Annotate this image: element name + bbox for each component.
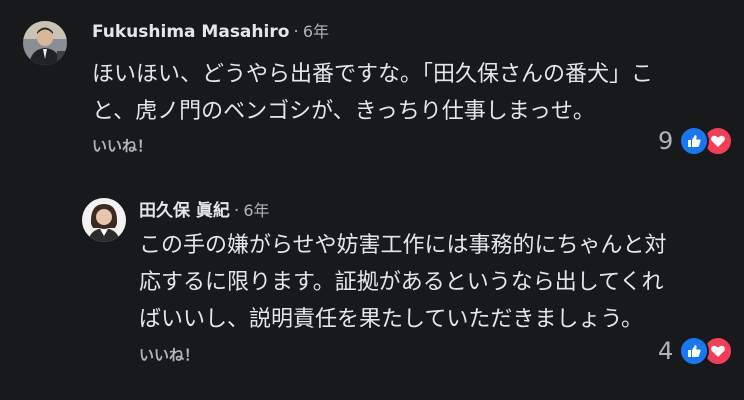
- author-name[interactable]: Fukushima Masahiro: [92, 22, 289, 42]
- avatar-photo: [82, 198, 126, 242]
- comment-text: ほいほい、どうやら出番ですな。「田久保さんの番犬」こ と、虎ノ門のベンゴシが、き…: [92, 56, 653, 130]
- comment-timestamp[interactable]: 6年: [303, 22, 329, 41]
- avatar[interactable]: [82, 198, 126, 242]
- comment-line: この手の嫌がらせや妨害工作には事務的にちゃんと対: [139, 233, 667, 258]
- avatar-photo: [23, 21, 67, 65]
- comment: Fukushima Masahiro · 6年 ほいほい、どうやら出番ですな。「田久…: [0, 0, 744, 175]
- comment-text: この手の嫌がらせや妨害工作には事務的にちゃんと対 応するに限ります。証拠があると…: [139, 227, 667, 338]
- reply-comment: 田久保 眞紀 · 6年 この手の嫌がらせや妨害工作には事務的にちゃんと対 応するに限…: [0, 190, 744, 400]
- reaction-count: 9: [658, 127, 674, 155]
- comment-header: 田久保 眞紀 · 6年: [139, 200, 270, 222]
- like-button[interactable]: いいね！: [139, 344, 199, 365]
- like-button[interactable]: いいね！: [92, 135, 152, 156]
- author-name[interactable]: 田久保 眞紀: [139, 201, 230, 221]
- comment-line: ほいほい、どうやら出番ですな。「田久保さんの番犬」こ: [92, 62, 654, 87]
- comment-line: 応するに限ります。証拠があるというなら出してくれ: [139, 270, 664, 295]
- reaction-summary[interactable]: 4: [658, 336, 734, 366]
- comment-line: と、虎ノ門のベンゴシが、きっちり仕事しまっせ。: [92, 99, 595, 124]
- reaction-summary[interactable]: 9: [658, 126, 734, 156]
- separator-dot: ·: [233, 201, 240, 221]
- like-icon: [679, 126, 710, 156]
- like-icon: [679, 336, 710, 366]
- comment-line: ばいいし、説明責任を果たしていただきましょう。: [139, 307, 644, 332]
- comment-timestamp[interactable]: 6年: [243, 201, 269, 220]
- comment-header: Fukushima Masahiro · 6年: [92, 21, 329, 43]
- avatar[interactable]: [23, 21, 67, 65]
- separator-dot: ·: [293, 22, 299, 42]
- reaction-count: 4: [658, 337, 674, 365]
